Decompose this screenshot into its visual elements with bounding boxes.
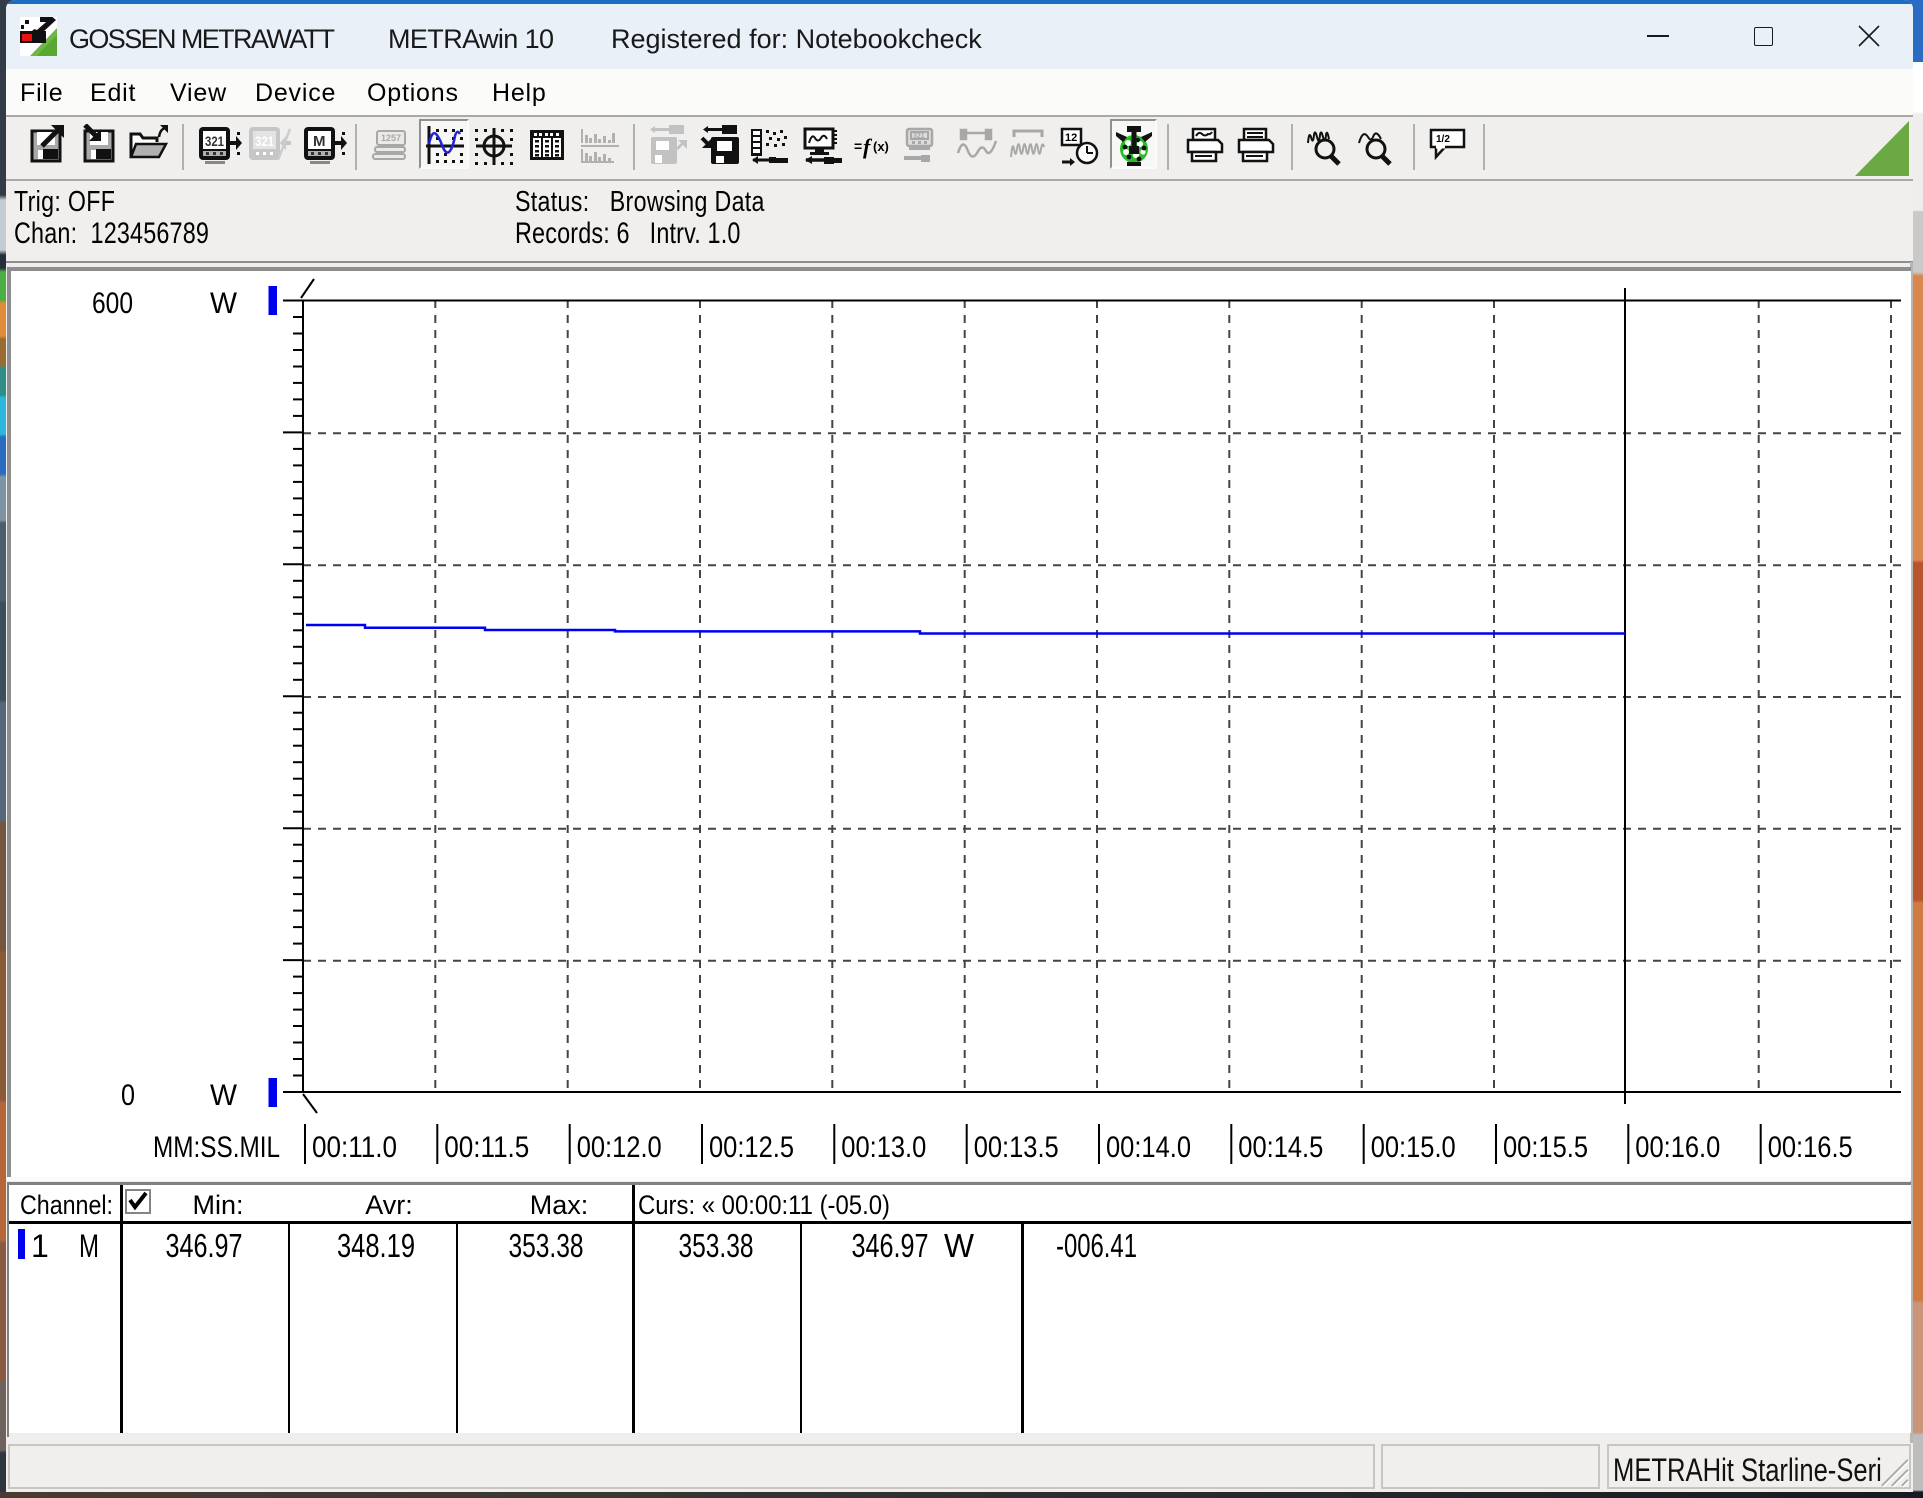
svg-text:MM:SS.MIL: MM:SS.MIL [153, 1131, 280, 1164]
svg-text:00:14.5: 00:14.5 [1238, 1131, 1323, 1164]
svg-text:600: 600 [92, 287, 133, 320]
svg-text:M: M [313, 133, 326, 150]
svg-text:346.97: 346.97 [166, 1227, 243, 1264]
svg-text:1257: 1257 [381, 133, 401, 143]
svg-text:W: W [944, 1227, 975, 1264]
svg-text:Curs: « 00:00:11 (-05.0): Curs: « 00:00:11 (-05.0) [638, 1190, 890, 1220]
svg-text:M: M [79, 1228, 99, 1264]
svg-text:353.38: 353.38 [509, 1227, 584, 1264]
svg-text:(x): (x) [873, 139, 889, 154]
svg-text:348.19: 348.19 [337, 1227, 415, 1264]
svg-text:353.38: 353.38 [679, 1227, 754, 1264]
svg-text:Avr:: Avr: [365, 1190, 413, 1220]
svg-text:Channel:: Channel: [20, 1190, 113, 1220]
svg-text:321: 321 [913, 133, 925, 140]
svg-text:346.97: 346.97 [852, 1227, 929, 1264]
svg-text:321: 321 [255, 133, 274, 149]
svg-text:00:13.0: 00:13.0 [841, 1131, 926, 1164]
svg-text:00:12.5: 00:12.5 [709, 1131, 794, 1164]
svg-text:=: = [854, 138, 862, 154]
svg-text:321: 321 [205, 133, 224, 149]
svg-text:00:12.0: 00:12.0 [577, 1131, 662, 1164]
svg-text:00:11.5: 00:11.5 [444, 1131, 529, 1164]
svg-text:00:13.5: 00:13.5 [974, 1131, 1059, 1164]
svg-text:00:15.0: 00:15.0 [1371, 1131, 1456, 1164]
svg-text:00:14.0: 00:14.0 [1106, 1131, 1191, 1164]
svg-text:f: f [863, 134, 873, 159]
svg-text:Min:: Min: [192, 1190, 243, 1220]
svg-text:W: W [210, 1079, 238, 1112]
svg-text:0: 0 [121, 1079, 135, 1112]
svg-text:1/2: 1/2 [1436, 134, 1450, 145]
svg-text:00:11.0: 00:11.0 [312, 1131, 397, 1164]
svg-text:Max:: Max: [530, 1190, 589, 1220]
svg-text:W: W [210, 287, 238, 320]
svg-text:00:16.5: 00:16.5 [1768, 1131, 1853, 1164]
svg-text:00:15.5: 00:15.5 [1503, 1131, 1588, 1164]
svg-text:1: 1 [31, 1228, 49, 1264]
svg-text:12: 12 [1065, 132, 1077, 144]
svg-text:-006.41: -006.41 [1056, 1227, 1137, 1264]
svg-text:00:16.0: 00:16.0 [1635, 1131, 1720, 1164]
